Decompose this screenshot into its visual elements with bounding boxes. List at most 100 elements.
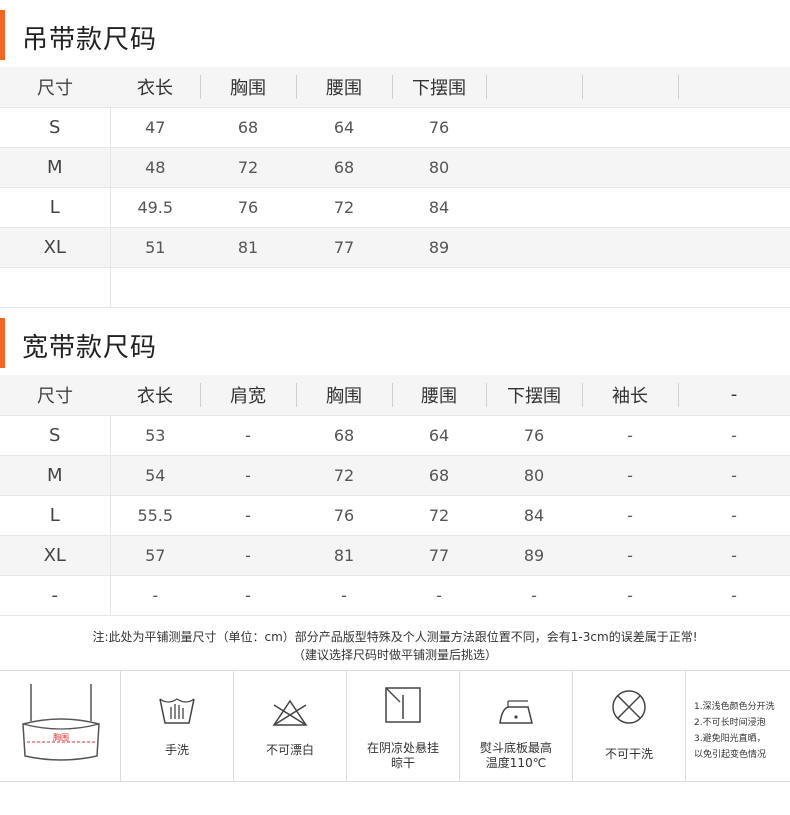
size-label: XL xyxy=(0,535,111,575)
measurement-cell: 48 xyxy=(110,147,200,187)
measurement-cell xyxy=(392,267,486,307)
measurement-cell: - xyxy=(341,585,347,605)
column-header: 腰围 xyxy=(392,375,486,415)
measurement-cell xyxy=(486,267,582,307)
measurement-cell: - xyxy=(245,505,251,525)
size-table-wide-strap: 尺寸 衣长 肩宽 胸围 腰围 下摆围 袖长 - S 53-68 64 76- - M 54-72 68 80- -… xyxy=(0,375,790,616)
measurement-cell xyxy=(678,227,790,267)
measurement-cell xyxy=(486,227,582,267)
note-line-1: 注:此处为平铺测量尺寸（单位：cm）部分产品版型特殊及个人测量方法跟位置不同，会… xyxy=(92,630,698,644)
measurement-cell: - xyxy=(582,535,678,575)
measurement-cell: 89 xyxy=(392,227,486,267)
measurement-cell xyxy=(582,187,678,227)
table-row: M 54-72 68 80- - xyxy=(0,455,790,495)
column-header xyxy=(678,67,790,107)
measurement-cell: - xyxy=(436,585,442,605)
measurement-cell xyxy=(678,187,790,227)
column-header: - xyxy=(678,375,790,415)
measurement-cell xyxy=(200,267,296,307)
measurement-cell: - xyxy=(152,585,159,605)
measurement-cell: 55.5 xyxy=(137,505,174,525)
column-header: 腰围 xyxy=(296,67,392,107)
measurement-cell: 76 xyxy=(428,117,450,137)
bust-label: 胸围 xyxy=(53,732,69,742)
care-item-iron: 熨斗底板最高温度110℃ xyxy=(459,671,572,781)
measurement-cell xyxy=(110,267,200,307)
care-item-no-dry-clean: 不可干洗 xyxy=(572,671,685,781)
column-header: 尺寸 xyxy=(0,375,110,415)
measurement-cell: 72 xyxy=(200,147,296,187)
measurement-cell: - xyxy=(531,585,537,605)
column-header: 下摆围 xyxy=(486,375,582,415)
note-line-2: （建议选择尺码时做平铺测量后挑选） xyxy=(292,648,497,662)
column-header: 袖长 xyxy=(582,375,678,415)
measurement-cell: 76 xyxy=(523,425,545,445)
column-header xyxy=(582,67,678,107)
measurement-cell xyxy=(296,267,392,307)
size-label: XL xyxy=(0,227,111,267)
column-header: 衣长 xyxy=(110,67,200,107)
measurement-cell: - xyxy=(627,505,633,525)
measurement-cell: 49.5 xyxy=(137,197,174,217)
care-item-hand-wash: 手洗 xyxy=(120,671,233,781)
size-label: S xyxy=(0,415,111,455)
measurement-cell: - xyxy=(731,425,737,445)
table-row: XL 51 81 77 89 xyxy=(0,227,790,267)
tip-line: 1.深浅色颜色分开洗 xyxy=(694,702,775,712)
size-label: S xyxy=(0,107,111,147)
measurement-cell xyxy=(678,147,790,187)
table-row xyxy=(0,267,790,307)
camisole-diagram-icon: 胸围 xyxy=(22,684,100,761)
section-header-wide-strap: 宽带款尺码 xyxy=(0,318,790,368)
table-row: L 49.5 76 72 84 xyxy=(0,187,790,227)
no-dry-clean-icon xyxy=(612,690,646,724)
measurement-cell: 77 xyxy=(392,535,486,575)
table-row: L 55.5 - 76 72 84 - - xyxy=(0,495,790,535)
measurement-note: 注:此处为平铺测量尺寸（单位：cm）部分产品版型特殊及个人测量方法跟位置不同，会… xyxy=(0,628,790,664)
column-header: 肩宽 xyxy=(200,375,296,415)
tip-line: 3.避免阳光直晒， xyxy=(694,734,766,744)
measurement-cell: - xyxy=(678,535,790,575)
care-label: 手洗 xyxy=(164,743,189,757)
table-header-row: 尺寸 衣长 肩宽 胸围 腰围 下摆围 袖长 - xyxy=(0,375,790,415)
column-header: 胸围 xyxy=(296,375,392,415)
size-table-camisole: 尺寸 衣长 胸围 腰围 下摆围 S 47 68 64 76 M 48 72 68 80 L 49.5 76 72 84… xyxy=(0,67,790,308)
measurement-cell: 51 xyxy=(110,227,200,267)
measurement-cell: - xyxy=(627,585,633,605)
measurement-cell: 57 xyxy=(110,535,200,575)
measurement-cell: 81 xyxy=(296,535,392,575)
tip-line: 以免引起变色情况 xyxy=(694,750,767,760)
care-label: 在阴凉处悬挂晾干 xyxy=(366,741,439,770)
measurement-cell xyxy=(486,187,582,227)
care-item-shade-dry: 在阴凉处悬挂晾干 xyxy=(346,671,459,781)
measurement-cell xyxy=(582,267,678,307)
measurement-cell: 64 xyxy=(333,117,355,137)
section-title: 宽带款尺码 xyxy=(22,333,158,363)
table-row: S 53 - 68 64 76 - - xyxy=(0,415,790,455)
no-bleach-icon xyxy=(272,699,308,726)
size-label: L xyxy=(0,187,111,227)
accent-bar xyxy=(0,10,5,60)
iron-icon xyxy=(499,700,533,724)
size-label: - xyxy=(0,575,111,615)
table-header-row: 尺寸 衣长 胸围 腰围 下摆围 xyxy=(0,67,790,107)
measurement-cell: 84 xyxy=(523,505,545,525)
column-header xyxy=(486,67,582,107)
care-label: 不可漂白 xyxy=(265,743,314,757)
care-label: 熨斗底板最高温度110℃ xyxy=(480,741,553,770)
measurement-cell: - xyxy=(731,505,737,525)
garment-diagram: 胸围 xyxy=(0,671,120,781)
measurement-cell: 76 xyxy=(333,505,355,525)
measurement-cell: 84 xyxy=(428,197,450,217)
column-header: 胸围 xyxy=(200,67,296,107)
measurement-cell: - xyxy=(200,455,296,495)
measurement-cell: 68 xyxy=(237,117,259,137)
measurement-cell: 81 xyxy=(200,227,296,267)
measurement-cell xyxy=(582,147,678,187)
measurement-cell: 68 xyxy=(392,455,486,495)
size-label: M xyxy=(0,455,111,495)
measurement-cell: - xyxy=(200,535,296,575)
measurement-cell xyxy=(582,107,678,147)
measurement-cell xyxy=(678,107,790,147)
table-row: S 47 68 64 76 xyxy=(0,107,790,147)
